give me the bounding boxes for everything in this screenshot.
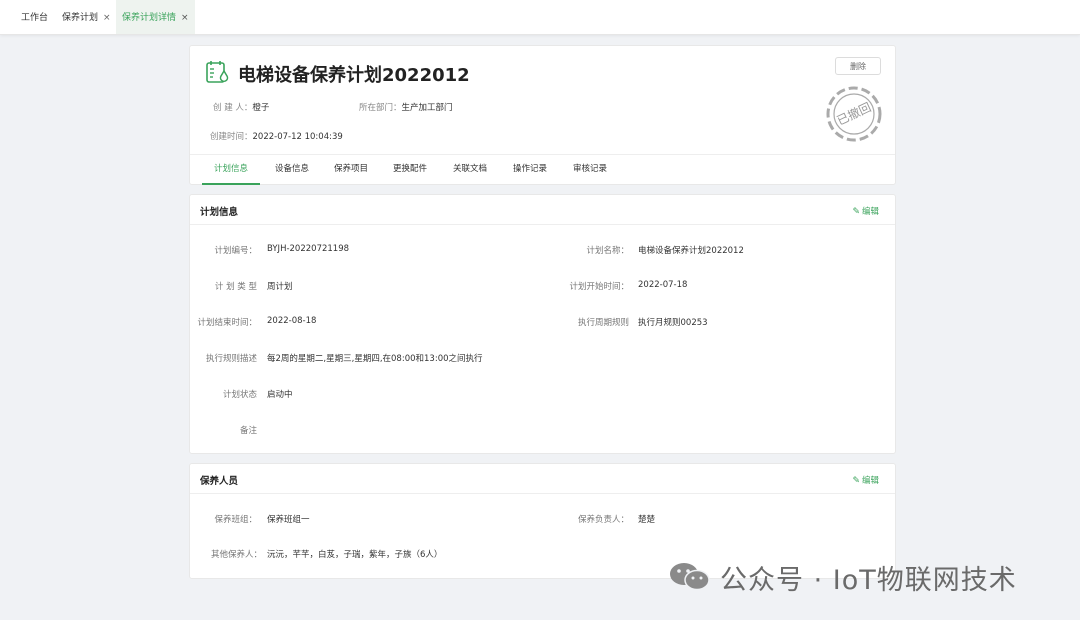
plan-end-label: 计划结束时间： [197, 318, 257, 328]
tab-audit-log[interactable]: 审核记录 [573, 155, 607, 183]
rule-desc-label: 执行规则描述 [205, 354, 257, 364]
tab-equipment-info[interactable]: 设备信息 [275, 155, 309, 183]
pencil-icon: ✎ [852, 207, 860, 217]
pencil-icon: ✎ [852, 476, 860, 486]
department-label: 所在部门： [359, 103, 402, 113]
plan-info-header: 计划信息 ✎ 编辑 [190, 195, 895, 225]
plan-code-label: 计划编号： [214, 246, 257, 256]
section-title: 保养人员 [200, 476, 239, 487]
top-tab-bar: 工作台 保养计划 × 保养计划详情 × [0, 0, 1080, 35]
cycle-rule-value: 执行月规则00253 [638, 318, 708, 328]
tab-plan-detail[interactable]: 保养计划详情 × [116, 0, 195, 34]
delete-button[interactable]: 删除 [835, 57, 881, 75]
page-title: 电梯设备保养计划2022012 [238, 65, 470, 86]
plan-info-card: 计划信息 ✎ 编辑 计划编号： BYJH-20220721198 计划名称： 电梯… [189, 194, 896, 454]
created-time-value: 2022-07-12 10:04:39 [252, 132, 343, 142]
created-time-label: 创建时间： [210, 132, 253, 142]
tab-label: 保养计划详情 [122, 13, 177, 23]
team-value: 保养班组一 [267, 515, 310, 525]
other-staff-label: 其他保养人： [210, 550, 262, 560]
plan-status-value: 启动中 [267, 390, 293, 400]
plan-status-label: 计划状态 [222, 390, 257, 400]
tab-maintenance-plan[interactable]: 保养计划 × [62, 0, 111, 34]
close-icon[interactable]: × [103, 13, 111, 23]
detail-tab-bar: 计划信息 设备信息 保养项目 更换配件 关联文档 操作记录 审核记录 [190, 154, 895, 185]
plan-start-label: 计划开始时间： [569, 282, 629, 292]
close-icon[interactable]: × [181, 13, 189, 23]
plan-document-icon [206, 61, 229, 83]
plan-code-value: BYJH-20220721198 [267, 244, 350, 254]
creator-row: 创 建 人：橙子 [213, 101, 269, 113]
wechat-icon [670, 563, 710, 591]
tab-maintenance-items[interactable]: 保养项目 [334, 155, 368, 183]
stamp-text: 已撤回 [834, 99, 873, 128]
created-time-row: 创建时间：2022-07-12 10:04:39 [210, 130, 343, 142]
creator-value: 橙子 [252, 103, 270, 113]
tab-plan-info[interactable]: 计划信息 [202, 155, 261, 185]
cycle-rule-label: 执行周期规则 [577, 318, 629, 328]
department-row: 所在部门：生产加工部门 [359, 101, 453, 113]
section-title: 计划信息 [200, 207, 239, 218]
plan-header-card: 电梯设备保养计划2022012 创 建 人：橙子 所在部门：生产加工部门 创建时… [189, 45, 896, 185]
edit-button[interactable]: ✎ 编辑 [852, 474, 879, 486]
plan-start-value: 2022-07-18 [638, 280, 688, 290]
plan-end-value: 2022-08-18 [267, 316, 317, 326]
tab-label: 保养计划 [62, 13, 99, 23]
watermark-text: 公众号 · IoT物联网技术 [720, 565, 1017, 596]
edit-label: 编辑 [861, 207, 879, 217]
plan-type-value: 周计划 [267, 282, 293, 292]
creator-label: 创 建 人： [213, 103, 253, 113]
tab-related-docs[interactable]: 关联文档 [453, 155, 487, 183]
team-label: 保养班组： [214, 515, 257, 525]
revoked-stamp: 已撤回 [826, 86, 882, 142]
rule-desc-value: 每2周的星期二,星期三,星期四,在08:00和13:00之间执行 [267, 354, 483, 364]
tab-operation-log[interactable]: 操作记录 [513, 155, 547, 183]
tab-replacement-parts[interactable]: 更换配件 [393, 155, 427, 183]
staff-header: 保养人员 ✎ 编辑 [190, 464, 895, 494]
plan-type-label: 计 划 类 型 [214, 282, 257, 292]
edit-label: 编辑 [861, 476, 879, 486]
edit-button[interactable]: ✎ 编辑 [852, 205, 879, 217]
leader-value: 楚楚 [638, 515, 656, 525]
remark-label: 备注 [239, 426, 257, 436]
leader-label: 保养负责人： [577, 515, 629, 525]
plan-name-value: 电梯设备保养计划2022012 [638, 246, 744, 256]
tab-label: 工作台 [21, 13, 49, 23]
tab-workbench[interactable]: 工作台 [21, 0, 48, 34]
plan-name-label: 计划名称： [586, 246, 629, 256]
department-value: 生产加工部门 [401, 103, 453, 113]
other-staff-value: 沅沅，芊芊，白芨，子瑞，紫年，子族（6人） [267, 550, 443, 560]
